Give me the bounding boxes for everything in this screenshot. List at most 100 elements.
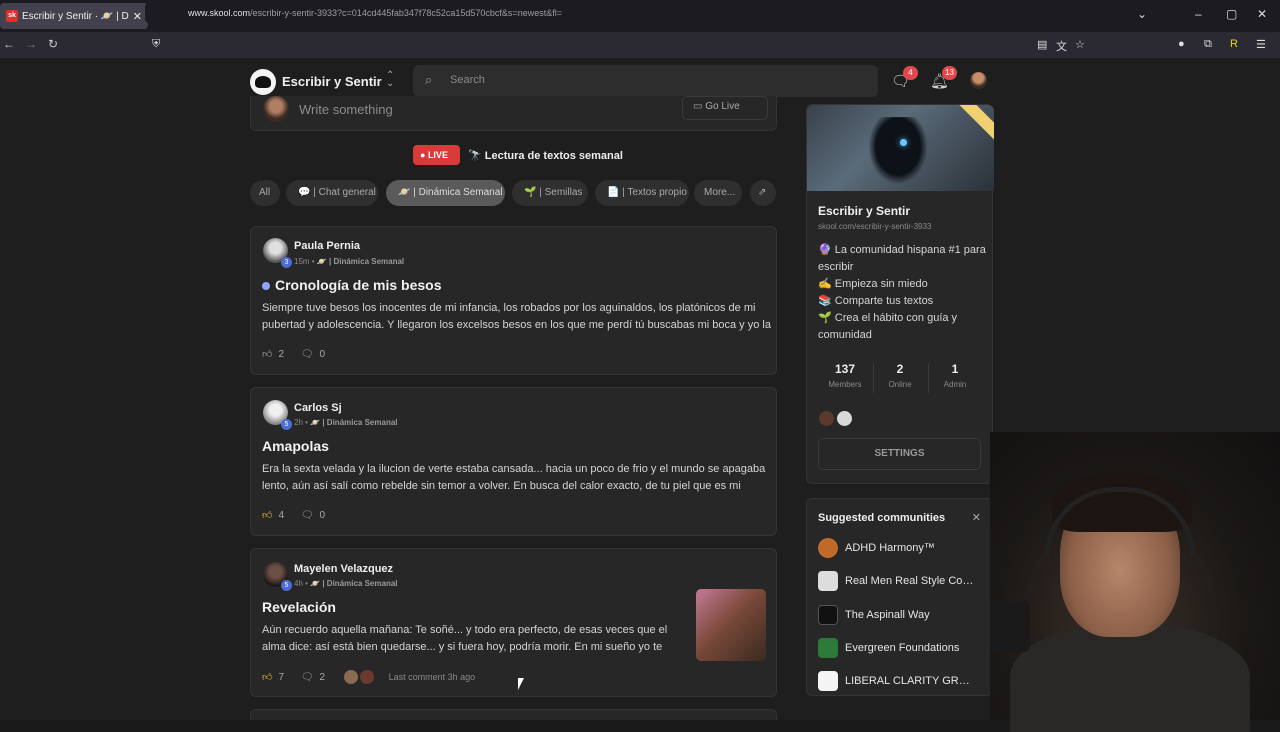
like-icon[interactable]: 👍︎ <box>262 672 272 683</box>
post-time: 4h <box>294 579 303 588</box>
corner-ribbon <box>952 105 994 141</box>
search-bar[interactable]: ⌕ Search <box>413 65 878 97</box>
post-category[interactable]: 🪐 | Dinámica Semanal <box>317 257 404 266</box>
close-window-icon[interactable]: ✕ <box>1257 7 1267 21</box>
community-icon <box>818 638 838 658</box>
settings-button[interactable]: SETTINGS <box>818 438 981 470</box>
commenter-avatar[interactable] <box>359 670 374 684</box>
commenter-avatar[interactable] <box>343 670 358 684</box>
close-tab-icon[interactable]: ✕ <box>133 10 142 23</box>
community-url: skool.com/escribir-y-sentir-3933 <box>818 222 932 231</box>
search-input[interactable]: Search <box>450 74 485 86</box>
back-icon[interactable]: ← <box>3 37 15 51</box>
community-description: 🔮 La comunidad hispana #1 para escribir … <box>818 242 988 344</box>
translate-icon[interactable]: 文 <box>1056 38 1067 54</box>
member-avatar[interactable] <box>819 411 834 426</box>
user-avatar[interactable] <box>970 72 987 89</box>
close-icon[interactable]: ✕ <box>972 511 981 524</box>
filter-textos-propios[interactable]: 📄 | Textos propio <box>595 180 689 206</box>
minimize-icon[interactable]: – <box>1195 7 1202 21</box>
post-meta: 15m • 🪐 | Dinámica Semanal <box>294 257 405 266</box>
like-count: 7 <box>278 671 285 683</box>
browser-tab[interactable]: sk Escribir y Sentir · 🪐 | Dinámica ✕ <box>0 3 148 29</box>
bookmark-star-icon[interactable]: ☆ <box>1075 38 1085 51</box>
post-card[interactable]: 3 Paula Pernia 15m • 🪐 | Dinámica Semana… <box>250 226 777 375</box>
composer-avatar <box>263 96 289 122</box>
tab-list-icon[interactable]: ⌄ <box>1137 7 1147 21</box>
community-icon <box>818 671 838 691</box>
url-path: /escribir-y-sentir-3933?c=014cd445fab347… <box>250 8 562 18</box>
reader-view-icon[interactable]: ▤ <box>1037 38 1047 51</box>
post-category[interactable]: 🪐 | Dinámica Semanal <box>310 418 397 427</box>
community-icon <box>818 571 838 591</box>
like-icon[interactable]: 👍︎ <box>262 349 272 360</box>
stat-online[interactable]: 2 Online <box>873 362 927 389</box>
post-time: 15m <box>294 257 310 266</box>
post-thumbnail[interactable] <box>696 589 766 661</box>
live-badge: ● LIVE <box>413 145 460 165</box>
like-count: 2 <box>278 349 285 360</box>
filter-semillas[interactable]: 🌱 | Semillas <box>512 180 588 206</box>
desc-line: 🌱 Crea el hábito con guía y comunidad <box>818 312 958 341</box>
comment-icon[interactable]: 🗨 <box>301 510 314 521</box>
forward-icon[interactable]: → <box>25 37 37 51</box>
post-category[interactable]: 🪐 | Dinámica Semanal <box>310 579 397 588</box>
browser-toolbar <box>0 32 1280 58</box>
filter-chat-general[interactable]: 💬 | Chat general <box>286 180 378 206</box>
level-badge: 3 <box>281 257 292 268</box>
post-card[interactable] <box>250 709 777 720</box>
filter-all[interactable]: All <box>250 180 280 206</box>
community-switcher-icon[interactable]: ⌃ ⌄ <box>386 71 394 89</box>
menu-icon[interactable]: ☰ <box>1256 38 1266 51</box>
suggested-communities: Suggested communities ✕ ADHD Harmony™ Re… <box>806 498 993 696</box>
stat-members[interactable]: 137 Members <box>818 362 872 389</box>
video-icon: ▭ <box>693 101 706 112</box>
shield-icon[interactable]: ⛨ <box>152 38 160 51</box>
live-event-title[interactable]: 🔭 Lectura de textos semanal <box>468 149 623 162</box>
post-meta: 2h • 🪐 | Dinámica Semanal <box>294 418 398 427</box>
post-meta: 4h • 🪐 | Dinámica Semanal <box>294 579 398 588</box>
go-live-button[interactable]: ▭ Go Live <box>682 96 768 120</box>
raven-image <box>863 117 933 191</box>
like-icon[interactable]: 👍︎ <box>262 510 272 521</box>
post-title[interactable]: Revelación <box>262 599 336 615</box>
tab-title: Escribir y Sentir · 🪐 | Dinámica <box>22 10 129 22</box>
author-name[interactable]: Paula Pernia <box>294 240 360 252</box>
unread-dot <box>262 282 270 290</box>
extension-icon[interactable]: ● <box>1178 38 1185 50</box>
post-time: 2h <box>294 418 303 427</box>
maximize-icon[interactable]: ▢ <box>1226 7 1237 21</box>
pin-filter-icon[interactable]: ⇗ <box>750 180 776 206</box>
microphone <box>990 602 1030 652</box>
community-name[interactable]: Escribir y Sentir <box>282 74 382 89</box>
post-card[interactable]: 5 Mayelen Velazquez 4h • 🪐 | Dinámica Se… <box>250 548 777 697</box>
post-composer[interactable]: Write something ▭ Go Live <box>250 96 777 131</box>
community-logo[interactable] <box>250 69 276 95</box>
reload-icon[interactable]: ↻ <box>48 37 58 51</box>
author-name[interactable]: Mayelen Velazquez <box>294 563 393 575</box>
post-title-text[interactable]: Cronología de mis besos <box>275 277 441 293</box>
composer-input[interactable]: Write something <box>299 102 393 117</box>
address-bar[interactable]: www.skool.com/escribir-y-sentir-3933?c=0… <box>145 3 1105 23</box>
extension-r-icon[interactable]: R <box>1230 38 1238 50</box>
filter-dinamica-semanal[interactable]: 🪐 | Dinámica Semanal <box>386 180 505 206</box>
last-comment: Last comment 3h ago <box>388 671 476 682</box>
stat-admin[interactable]: 1 Admin <box>928 362 982 389</box>
member-avatar[interactable] <box>837 411 852 426</box>
extensions-puzzle-icon[interactable]: ⧉ <box>1204 38 1212 51</box>
comment-icon[interactable]: 🗨 <box>301 672 314 683</box>
post-stats: 👍︎ 4 🗨 0 <box>262 509 331 521</box>
post-card[interactable]: 5 Carlos Sj 2h • 🪐 | Dinámica Semanal Am… <box>250 387 777 536</box>
post-title: Cronología de mis besos <box>262 277 441 293</box>
post-body: Aún recuerdo aquella mañana: Te soñé... … <box>262 624 668 653</box>
like-count: 4 <box>278 510 285 521</box>
filter-more[interactable]: More... <box>694 180 742 206</box>
streamer-body <box>1010 622 1250 732</box>
comment-icon[interactable]: 🗨 <box>301 349 314 360</box>
community-cover[interactable] <box>807 105 994 191</box>
chat-badge: 4 <box>903 66 918 80</box>
author-name[interactable]: Carlos Sj <box>294 402 342 414</box>
post-title[interactable]: Amapolas <box>262 438 329 454</box>
community-icon <box>818 538 838 558</box>
desc-line: 🔮 La comunidad hispana #1 para escribir <box>818 244 986 273</box>
